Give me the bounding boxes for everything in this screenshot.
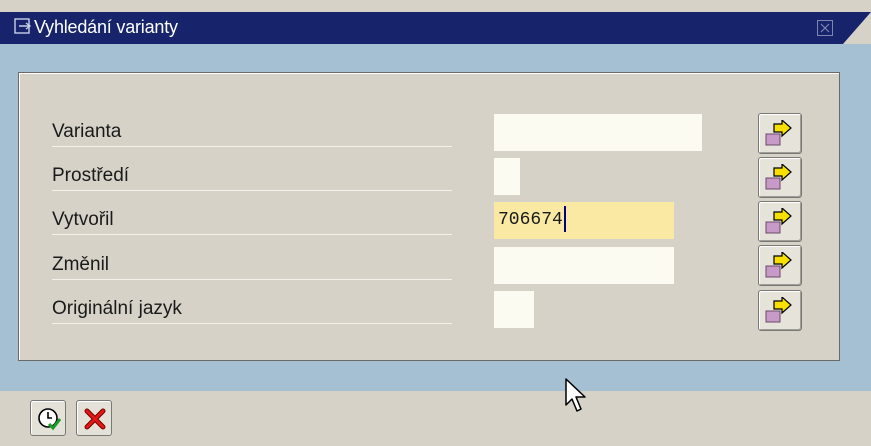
label-vytvoril: Vytvořil [52, 206, 452, 235]
label-varianta: Varianta [52, 118, 452, 147]
vytvoril-field[interactable]: 706674 [494, 202, 674, 239]
mouse-pointer-icon [565, 378, 589, 419]
zmenil-field[interactable] [494, 247, 674, 284]
multiple-selection-arrow-icon [765, 297, 792, 323]
varianta-multiple-selection-button[interactable] [758, 113, 802, 154]
zmenil-multiple-selection-button[interactable] [758, 245, 802, 286]
label-prostredi: Prostředí [52, 162, 452, 191]
cancel-x-icon [84, 408, 106, 430]
originalni-jazyk-field[interactable] [494, 291, 534, 328]
prostredi-field[interactable] [494, 158, 520, 195]
dialog-footer [0, 391, 871, 446]
prostredi-multiple-selection-button[interactable] [758, 157, 802, 198]
cancel-button[interactable] [76, 400, 112, 436]
multiple-selection-arrow-icon [765, 252, 792, 278]
originalni-jazyk-multiple-selection-button[interactable] [758, 290, 802, 331]
label-originalni-jazyk: Originální jazyk [52, 295, 452, 324]
multiple-selection-arrow-icon [765, 208, 792, 234]
execute-button[interactable] [30, 400, 66, 436]
varianta-field[interactable] [494, 114, 702, 151]
window-title: Vyhledání varianty [34, 17, 178, 37]
text-caret [563, 206, 566, 233]
execute-clock-check-icon [38, 408, 62, 431]
multiple-selection-arrow-icon [765, 120, 792, 146]
multiple-selection-arrow-icon [765, 164, 792, 190]
title-bar: Vyhledání varianty [0, 0, 871, 44]
vytvoril-multiple-selection-button[interactable] [758, 201, 802, 242]
label-zmenil: Změnil [52, 251, 452, 280]
vytvoril-value: 706674 [498, 210, 563, 230]
